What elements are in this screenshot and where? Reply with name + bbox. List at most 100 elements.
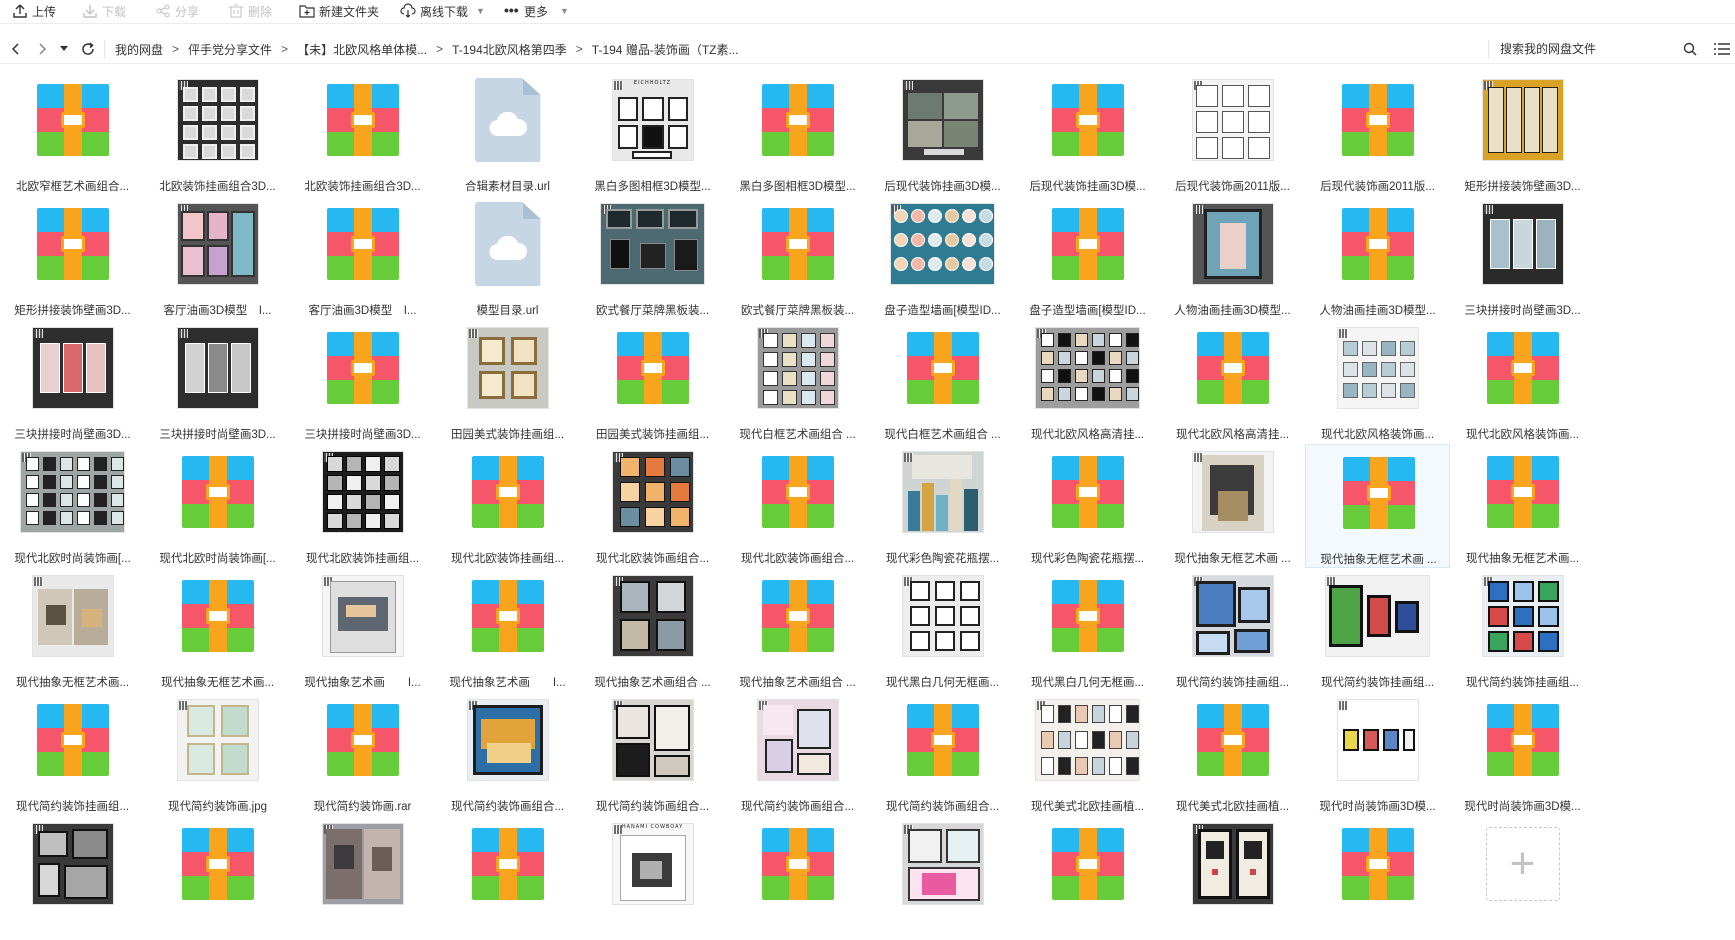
share-button[interactable]: 分享 <box>155 1 199 21</box>
file-item[interactable] <box>725 816 870 940</box>
file-item[interactable]: 现代北欧装饰挂画组... <box>290 444 435 568</box>
breadcrumb-item-home[interactable]: 我的网盘 <box>115 41 163 58</box>
file-item[interactable]: 合辑素材目录.url <box>435 72 580 196</box>
file-item[interactable]: 现代简约装饰画.rar <box>290 692 435 816</box>
file-item[interactable]: 田园美式装饰挂画组... <box>580 320 725 444</box>
file-item[interactable]: 现代抽象艺术画 I... <box>290 568 435 692</box>
file-item[interactable]: 人物油画挂画3D模型... <box>1160 196 1305 320</box>
file-item[interactable]: 现代黑白几何无框画... <box>1015 568 1160 692</box>
file-item[interactable] <box>290 816 435 940</box>
forward-icon[interactable] <box>34 41 50 57</box>
more-button[interactable]: ••• 更多 ▼ <box>504 1 569 21</box>
file-item[interactable]: 现代北欧风格高清挂... <box>1160 320 1305 444</box>
file-item[interactable]: 现代彩色陶瓷花瓶摆... <box>870 444 1015 568</box>
file-item[interactable]: 现代抽象无框艺术画 ... <box>1305 444 1450 568</box>
file-item[interactable]: 客厅油画3D模型 I... <box>145 196 290 320</box>
file-item[interactable]: 现代简约装饰画.jpg <box>145 692 290 816</box>
file-item[interactable]: 现代抽象无框艺术画 ... <box>1160 444 1305 568</box>
download-button[interactable]: 下载 <box>82 1 126 21</box>
refresh-icon[interactable] <box>80 41 96 57</box>
chevron-down-icon[interactable]: ▼ <box>476 6 485 16</box>
chevron-down-icon[interactable]: ▼ <box>560 6 569 16</box>
file-item[interactable]: 现代彩色陶瓷花瓶摆... <box>1015 444 1160 568</box>
breadcrumb-item[interactable]: 【未】北欧风格单体模... <box>297 41 427 58</box>
search-icon[interactable] <box>1682 41 1698 57</box>
file-item[interactable]: 欧式餐厅菜牌黑板装... <box>580 196 725 320</box>
file-item[interactable]: 现代北欧装饰画组合... <box>725 444 870 568</box>
file-item[interactable] <box>145 816 290 940</box>
file-item[interactable]: 三块拼接时尚壁画3D... <box>1450 196 1595 320</box>
file-item[interactable]: 现代北欧风格装饰画... <box>1450 320 1595 444</box>
file-item[interactable]: 后现代装饰画2011版... <box>1305 72 1450 196</box>
add-file-tile[interactable]: + <box>1450 816 1595 940</box>
file-item[interactable]: 现代简约装饰挂画组... <box>1450 568 1595 692</box>
file-item[interactable]: 现代北欧时尚装饰画[... <box>0 444 145 568</box>
file-item[interactable]: 矩形拼接装饰壁画3D... <box>1450 72 1595 196</box>
file-item[interactable]: 后现代装饰画2011版... <box>1160 72 1305 196</box>
file-item[interactable]: 后现代装饰挂画3D模... <box>1015 72 1160 196</box>
file-item[interactable]: 现代抽象艺术画组合 ... <box>580 568 725 692</box>
history-dropdown-icon[interactable] <box>56 41 72 57</box>
file-item[interactable]: 现代时尚装饰画3D模... <box>1305 692 1450 816</box>
file-item[interactable]: 现代美式北欧挂画植... <box>1015 692 1160 816</box>
file-item[interactable]: 后现代装饰挂画3D模... <box>870 72 1015 196</box>
breadcrumb-item[interactable]: T-194北欧风格第四季 <box>452 41 567 58</box>
delete-button[interactable]: 删除 <box>228 1 272 21</box>
offline-download-button[interactable]: 离线下载 ▼ <box>400 1 485 21</box>
breadcrumb-item-current[interactable]: T-194 赠品-装饰画（TZ素... <box>592 41 739 58</box>
file-item[interactable]: 现代北欧装饰画组合... <box>580 444 725 568</box>
file-item[interactable]: 现代白框艺术画组合 ... <box>725 320 870 444</box>
file-item[interactable]: 现代北欧时尚装饰画[... <box>145 444 290 568</box>
file-item[interactable]: 现代白框艺术画组合 ... <box>870 320 1015 444</box>
upload-button[interactable]: 上传 <box>12 1 56 21</box>
file-item[interactable] <box>1160 816 1305 940</box>
file-item[interactable]: 北欧窄框艺术画组合... <box>0 72 145 196</box>
file-item[interactable] <box>1015 816 1160 940</box>
file-item[interactable]: 现代简约装饰挂画组... <box>1305 568 1450 692</box>
file-item[interactable]: 客厅油画3D模型 I... <box>290 196 435 320</box>
file-item[interactable]: 现代美式北欧挂画植... <box>1160 692 1305 816</box>
file-item[interactable]: 人物油画挂画3D模型... <box>1305 196 1450 320</box>
file-item[interactable]: 现代抽象无框艺术画... <box>145 568 290 692</box>
file-item[interactable]: 现代简约装饰画组合... <box>870 692 1015 816</box>
file-item[interactable]: 黑白多图相框3D模型... <box>725 72 870 196</box>
file-item[interactable]: 北欧装饰挂画组合3D... <box>145 72 290 196</box>
file-item[interactable]: 现代简约装饰画组合... <box>580 692 725 816</box>
file-item[interactable]: 现代抽象无框艺术画... <box>0 568 145 692</box>
breadcrumb-item[interactable]: 伻手党分享文件 <box>188 41 272 58</box>
file-item[interactable]: 矩形拼接装饰壁画3D... <box>0 196 145 320</box>
file-item[interactable]: 现代时尚装饰画3D模... <box>1450 692 1595 816</box>
file-item[interactable]: 北欧装饰挂画组合3D... <box>290 72 435 196</box>
new-folder-button[interactable]: 新建文件夹 <box>299 1 379 21</box>
list-view-icon[interactable] <box>1714 41 1730 57</box>
file-item[interactable]: 现代北欧装饰挂画组... <box>435 444 580 568</box>
file-item[interactable]: 欧式餐厅菜牌黑板装... <box>725 196 870 320</box>
file-item[interactable]: 现代抽象艺术画 I... <box>435 568 580 692</box>
file-item[interactable] <box>870 816 1015 940</box>
plus-icon[interactable]: + <box>1485 827 1560 901</box>
file-item[interactable] <box>435 816 580 940</box>
file-thumbnail <box>890 198 995 290</box>
file-item[interactable]: 现代抽象艺术画组合 ... <box>725 568 870 692</box>
file-item[interactable]: 现代简约装饰挂画组... <box>0 692 145 816</box>
file-item[interactable]: 现代简约装饰挂画组... <box>1160 568 1305 692</box>
file-item[interactable]: 模型目录.url <box>435 196 580 320</box>
file-item[interactable]: 现代黑白几何无框画... <box>870 568 1015 692</box>
file-item[interactable]: 现代简约装饰画组合... <box>435 692 580 816</box>
back-icon[interactable] <box>8 41 24 57</box>
file-item[interactable]: 现代北欧风格高清挂... <box>1015 320 1160 444</box>
file-item[interactable]: 现代北欧风格装饰画... <box>1305 320 1450 444</box>
file-item[interactable]: 田园美式装饰挂画组... <box>435 320 580 444</box>
file-item[interactable]: HANAMI COWBOAY <box>580 816 725 940</box>
file-item[interactable]: 三块拼接时尚壁画3D... <box>0 320 145 444</box>
file-item[interactable]: EICHHOLTZ 黑白多图相框3D模型... <box>580 72 725 196</box>
file-item[interactable]: 三块拼接时尚壁画3D... <box>145 320 290 444</box>
file-item[interactable] <box>0 816 145 940</box>
file-item[interactable]: 盘子造型墙画[模型ID... <box>1015 196 1160 320</box>
search-input[interactable] <box>1500 39 1670 59</box>
file-item[interactable]: 盘子造型墙画[模型ID... <box>870 196 1015 320</box>
file-item[interactable] <box>1305 816 1450 940</box>
file-item[interactable]: 现代简约装饰画组合... <box>725 692 870 816</box>
file-item[interactable]: 三块拼接时尚壁画3D... <box>290 320 435 444</box>
file-item[interactable]: 现代抽象无框艺术画... <box>1450 444 1595 568</box>
